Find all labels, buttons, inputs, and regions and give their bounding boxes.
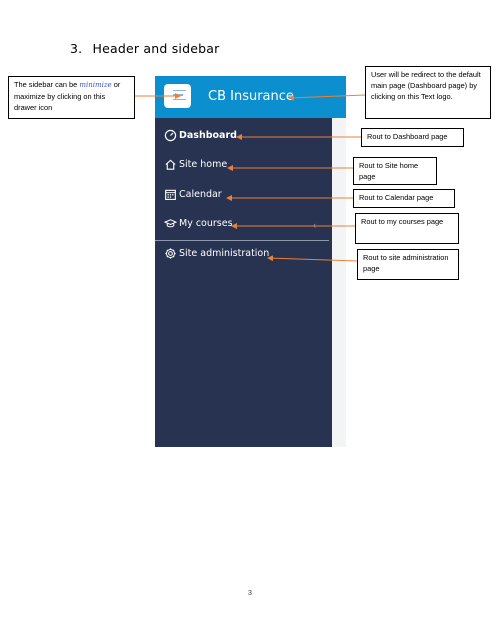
callout-arrows [135, 93, 366, 262]
arrow [288, 94, 366, 101]
page-number: 3 [248, 590, 252, 597]
arrow [267, 255, 358, 262]
